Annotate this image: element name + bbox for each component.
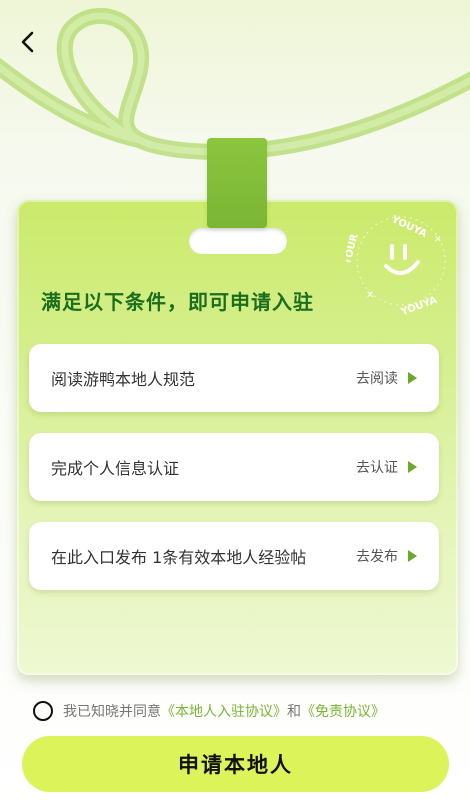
action-label: 去阅读 — [356, 371, 398, 387]
svg-text:YOUYA: YOUYA — [389, 214, 429, 240]
agreement-prefix: 我已知晓并同意 — [63, 704, 161, 720]
chevron-left-icon — [21, 31, 34, 53]
svg-text:✕: ✕ — [434, 235, 442, 245]
condition-verify-identity[interactable]: 完成个人信息认证 去认证 — [29, 433, 439, 501]
badge-clip — [207, 138, 267, 228]
condition-action[interactable]: 去阅读 — [356, 368, 417, 388]
conditions-card: YOUYA TOUR YOUYA ✕ ✕ 满足以下条件，即可申请入驻 阅读游鸭本… — [17, 200, 458, 675]
agreement-conjunction: 和 — [287, 704, 301, 720]
disclaimer-agreement-link[interactable]: 《免责协议》 — [301, 701, 385, 721]
condition-read-guidelines[interactable]: 阅读游鸭本地人规范 去阅读 — [29, 344, 439, 412]
play-icon — [408, 550, 417, 562]
condition-publish-post[interactable]: 在此入口发布 1条有效本地人经验帖 去发布 — [29, 522, 439, 590]
play-icon — [408, 461, 417, 473]
condition-action[interactable]: 去发布 — [356, 546, 417, 566]
apply-local-button[interactable]: 申请本地人 — [22, 736, 449, 792]
action-label: 去发布 — [356, 549, 398, 565]
condition-label: 在此入口发布 1条有效本地人经验帖 — [51, 548, 307, 567]
action-label: 去认证 — [356, 460, 398, 476]
settlement-agreement-link[interactable]: 《本地人入驻协议》 — [161, 701, 287, 721]
youya-tour-stamp-logo: YOUYA TOUR YOUYA ✕ ✕ — [346, 214, 446, 316]
svg-text:✕: ✕ — [366, 290, 374, 301]
play-icon — [408, 372, 417, 384]
svg-text:YOUYA: YOUYA — [399, 295, 439, 316]
condition-label: 阅读游鸭本地人规范 — [51, 370, 196, 389]
agreement-row: 我已知晓并同意 《本地人入驻协议》 和 《免责协议》 — [33, 698, 385, 724]
back-button[interactable] — [14, 28, 42, 56]
condition-action[interactable]: 去认证 — [356, 457, 417, 477]
condition-label: 完成个人信息认证 — [51, 459, 180, 478]
badge-hole — [189, 228, 287, 254]
card-title: 满足以下条件，即可申请入驻 — [41, 290, 314, 314]
agreement-checkbox[interactable] — [33, 701, 53, 721]
